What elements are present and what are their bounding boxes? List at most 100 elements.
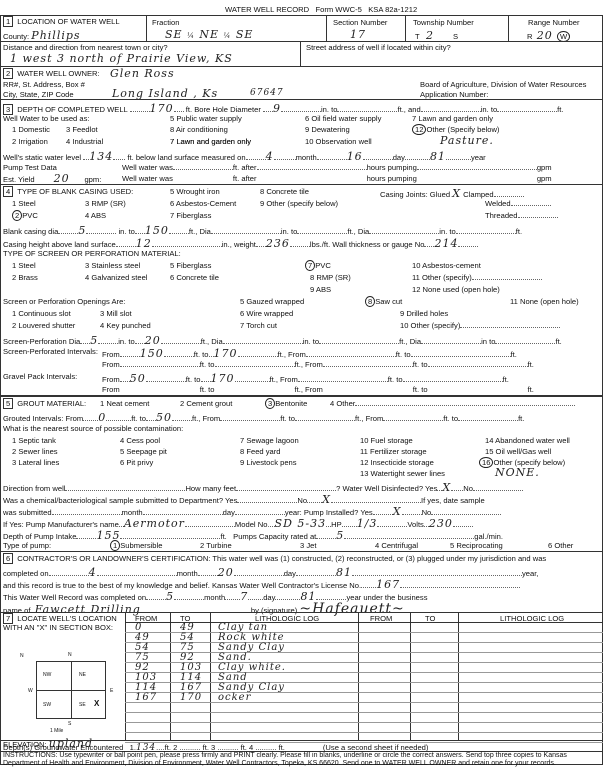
screen-option-selected[interactable]: 7 PVC [305,260,331,271]
grout-from-value[interactable]: 0 [98,411,106,424]
contam-option[interactable]: 5 Seepage pit [120,447,167,456]
contam-option[interactable]: 13 Watertight sewer lines [360,469,445,478]
blank-dia-value[interactable]: 5 [78,224,86,237]
opening-option[interactable]: 9 Drilled holes [400,309,448,318]
casing-option[interactable]: 3 RMP (SR) [85,199,126,208]
use-option[interactable]: 2 Irrigation [12,137,48,146]
log-to[interactable]: 170 [180,692,202,703]
opening-option[interactable]: 4 Key punched [100,321,151,330]
screen-option[interactable]: 2 Brass [12,273,38,282]
sp-from-value[interactable]: 150 [140,347,164,360]
screen-option[interactable]: 4 Galvanized steel [85,273,147,282]
screen-option[interactable]: 9 ABS [310,285,331,294]
contam-option[interactable]: 4 Cess pool [120,436,160,445]
use-option[interactable]: 1 Domestic [12,125,50,134]
capacity-value[interactable]: 5 [336,529,344,542]
grout-option[interactable]: 4 Other [330,399,576,408]
pump-type-option[interactable]: 4 Centrifugal [375,541,418,550]
pump-type-option[interactable]: 5 Reciprocating [450,541,503,550]
opening-option[interactable]: 1 Continuous slot [12,309,71,318]
casing-option[interactable]: 1 Steel [12,199,36,208]
measured-month[interactable]: 4 [266,150,274,163]
log-from[interactable]: 167 [135,692,157,703]
casing-option[interactable]: 8 Concrete tile [260,187,309,196]
use-option[interactable]: 5 Public water supply [170,114,242,123]
gp-from-value[interactable]: 50 [130,372,146,385]
opening-option[interactable]: 3 Mill slot [100,309,132,318]
opening-option-selected[interactable]: 8 Saw cut [365,296,402,307]
grout-option[interactable]: 2 Cement grout [180,399,232,408]
pump-type-option[interactable]: 3 Jet [300,541,316,550]
contam-option[interactable]: 3 Lateral lines [12,458,59,467]
zip-value[interactable]: 67647 [250,88,284,98]
owner-value[interactable]: Glen Ross [110,67,175,80]
sp-to-value[interactable]: 20 [145,334,161,347]
gp-to-value[interactable]: 170 [211,372,235,385]
use-option-selected[interactable]: 12 Other (Specify below) [412,124,499,135]
screen-option[interactable]: 3 Stainless steel [85,261,140,270]
sp-to2-value[interactable]: 170 [214,347,238,360]
contam-option[interactable]: 7 Sewage lagoon [240,436,299,445]
log-desc[interactable]: ocker [218,692,251,703]
use-option[interactable]: 3 Feedlot [66,125,98,134]
casing-option[interactable]: 5 Wrought iron [170,187,220,196]
bore-value[interactable]: 9 [273,102,281,115]
casing-option-selected[interactable]: 2 PVC [12,210,38,221]
casing-option[interactable]: 4 ABS [85,211,106,220]
contam-option[interactable]: 8 Feed yard [240,447,281,456]
use-option[interactable]: 8 Air conditioning [170,125,228,134]
opening-option[interactable]: 6 Wire wrapped [240,309,293,318]
glued-mark[interactable]: X [452,187,461,200]
measured-year[interactable]: 81 [430,150,446,163]
grout-option[interactable]: 1 Neat cement [100,399,149,408]
pump-type-option[interactable]: 2 Turbine [200,541,232,550]
contam-option[interactable]: 12 Insecticide storage [360,458,434,467]
grout-option-selected[interactable]: 3 Bentonite [265,398,307,409]
weight-value[interactable]: 236 [266,237,290,250]
screen-option[interactable]: 12 None used (open hole) [412,285,500,294]
use-option[interactable]: 10 Observation well [305,137,372,146]
use-option[interactable]: 9 Dewatering [305,125,350,134]
use-option[interactable]: 7 Lawn and garden only [412,114,493,123]
contam-option[interactable]: 11 Fertilizer storage [360,447,427,456]
opening-option[interactable]: 11 None (open hole) [510,297,579,306]
mile-scale: 1 Mile [50,728,64,734]
grout-to-value[interactable]: 50 [156,411,172,424]
contam-option[interactable]: 2 Sewer lines [12,447,58,456]
section-value[interactable]: 17 [350,28,366,41]
contam-option[interactable]: 6 Pit privy [120,458,153,467]
sp-dia-value[interactable]: 5 [90,334,98,347]
opening-option[interactable]: 5 Gauzed wrapped [240,297,304,306]
pump-type-selected[interactable]: 1 Submersible [110,540,162,551]
screen-option[interactable]: 11 Other (specify) [412,273,542,282]
fraction-value[interactable]: SE ¼ NE ¼ SE [165,28,253,41]
screen-option[interactable]: 5 Fiberglass [170,261,211,270]
casing-option[interactable]: 7 Fiberglass [170,211,211,220]
distance-value[interactable]: 1 west 3 north of Prairie View, KS [10,52,233,65]
contam-option[interactable]: 14 Abandoned water well [485,436,570,445]
opening-option[interactable]: 7 Torch cut [240,321,277,330]
use-option[interactable]: 6 Oil field water supply [305,114,381,123]
measured-day[interactable]: 16 [347,150,363,163]
casing-option[interactable]: 9 Other (specify below) [260,199,338,208]
opening-option[interactable]: 2 Louvered shutter [12,321,75,330]
screen-option[interactable]: 1 Steel [12,261,36,270]
blank-to-value[interactable]: 150 [145,224,169,237]
contam-option[interactable]: 15 Oil well/Gas well [485,447,551,456]
static-value[interactable]: 134 [89,150,113,163]
screen-option[interactable]: 8 RMP (SR) [310,273,351,282]
use-option[interactable]: 7 Lawn and garden only [170,137,251,146]
pump-type-option[interactable]: 6 Other [548,541,573,550]
opening-option[interactable]: 10 Other (specify) [400,321,561,330]
section-box[interactable]: NW NE SW SE X [36,661,106,719]
screen-option[interactable]: 10 Asbestos-cement [412,261,481,270]
contam-other-value[interactable]: NONE. [495,466,540,479]
contam-option[interactable]: 1 Septic tank [12,436,56,445]
casing-option[interactable]: 6 Asbestos-Cement [170,199,236,208]
contam-option[interactable]: 9 Livestock pens [240,458,297,467]
screen-option[interactable]: 6 Concrete tile [170,273,219,282]
use-option[interactable]: 4 Industrial [66,137,103,146]
contam-option[interactable]: 10 Fuel storage [360,436,413,445]
gauge-value[interactable]: 214 [434,237,458,250]
use-other-value[interactable]: Pasture. [440,134,494,147]
